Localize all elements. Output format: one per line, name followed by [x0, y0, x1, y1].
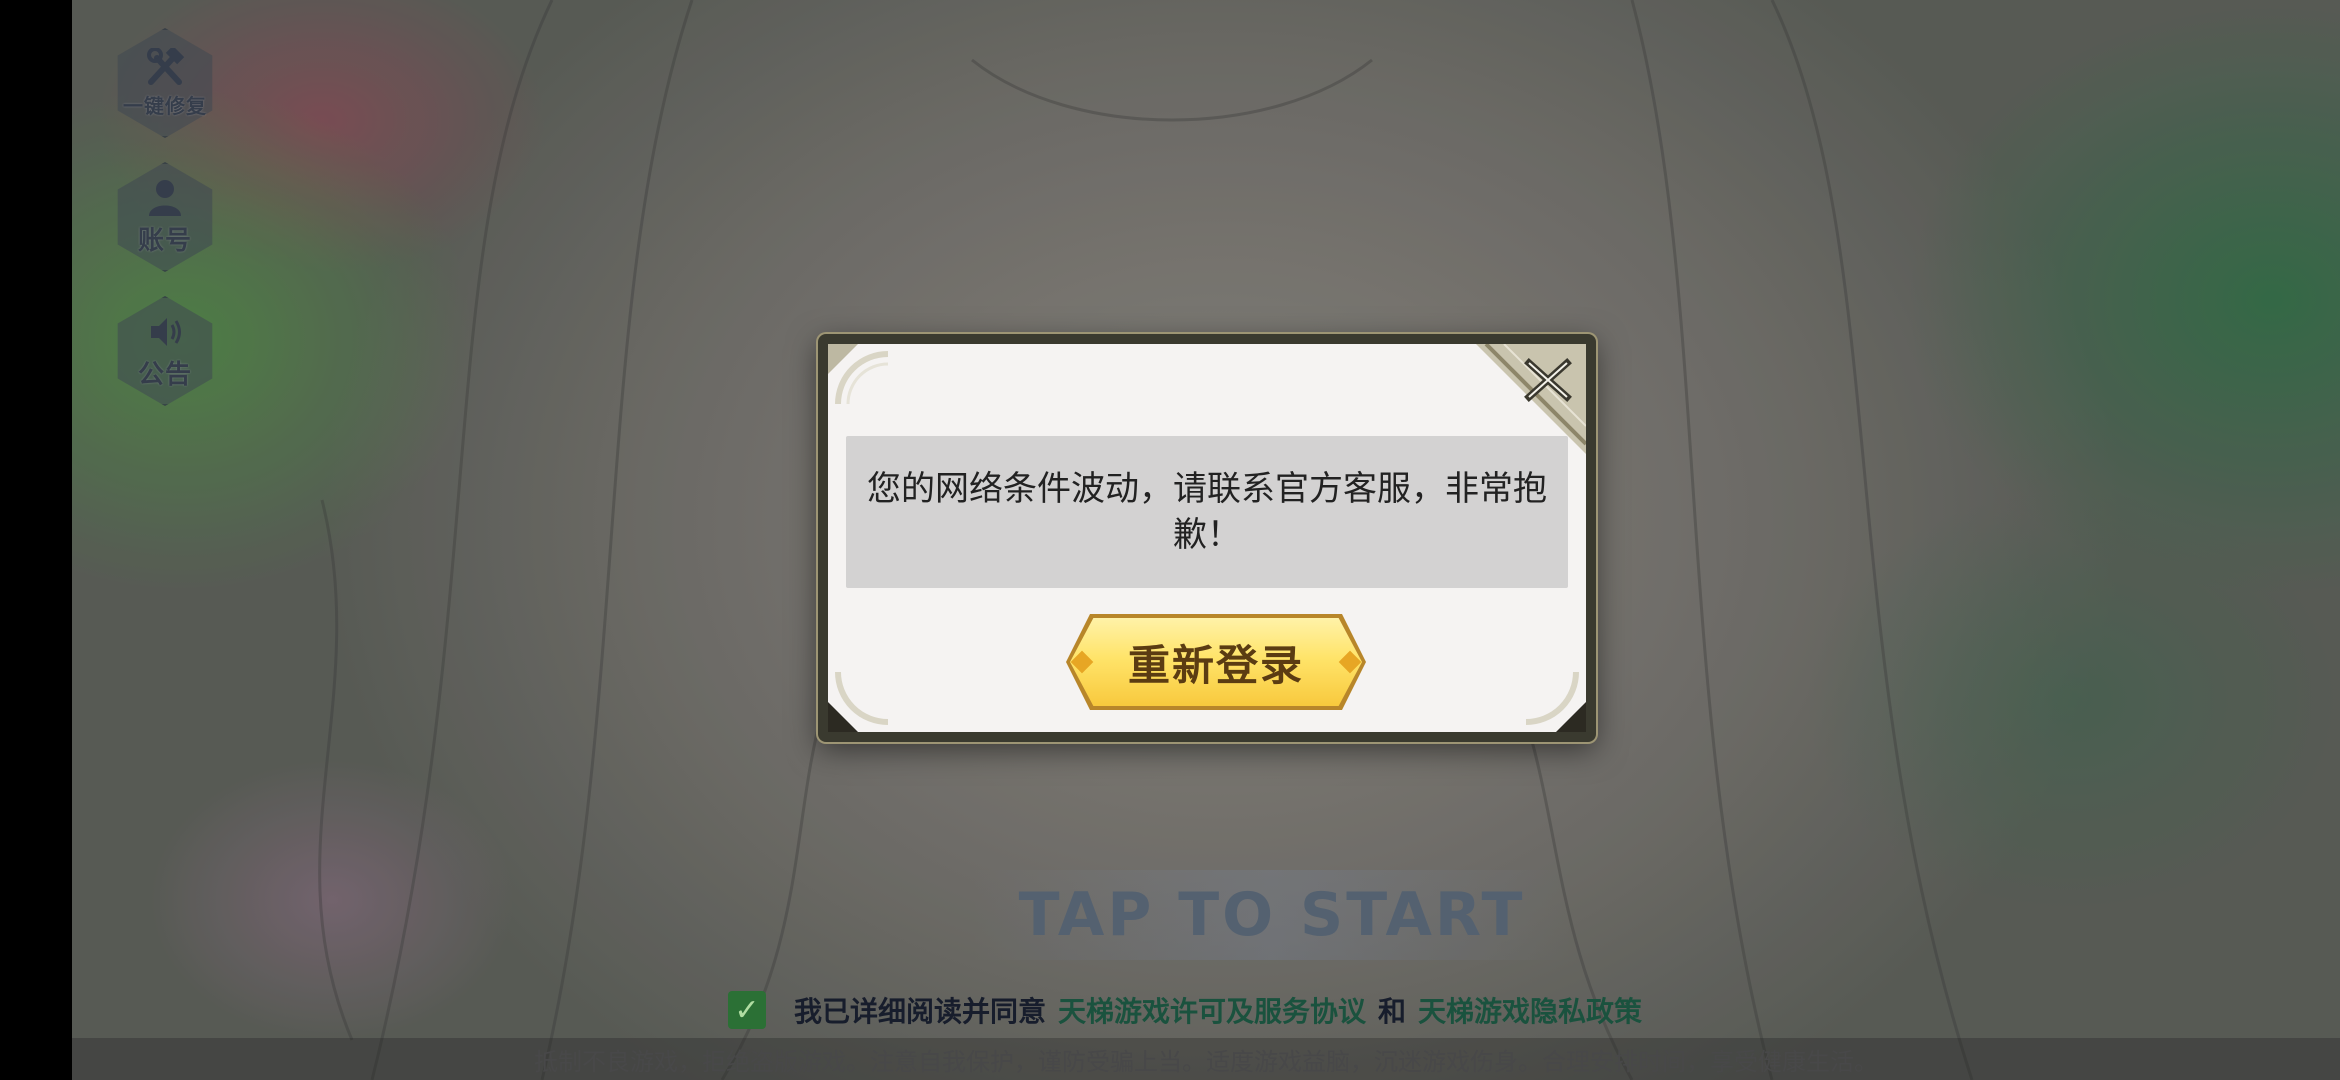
- relogin-button[interactable]: 重新登录: [1066, 614, 1366, 710]
- error-message-box: 您的网络条件波动，请联系官方客服，非常抱歉！: [846, 436, 1568, 588]
- close-button[interactable]: [1516, 348, 1580, 412]
- close-x-icon: [1524, 358, 1572, 402]
- network-error-dialog: 您的网络条件波动，请联系官方客服，非常抱歉！ 重新登录: [818, 334, 1596, 742]
- left-black-strip: [0, 0, 72, 1080]
- relogin-label: 重新登录: [1127, 640, 1304, 690]
- corner-ornament-icon: [828, 344, 889, 405]
- error-message-text: 您的网络条件波动，请联系官方客服，非常抱歉！: [867, 469, 1547, 555]
- dialog-panel: 您的网络条件波动，请联系官方客服，非常抱歉！ 重新登录: [828, 344, 1586, 732]
- corner-ornament-icon: [1525, 671, 1586, 732]
- corner-ornament-icon: [828, 671, 889, 732]
